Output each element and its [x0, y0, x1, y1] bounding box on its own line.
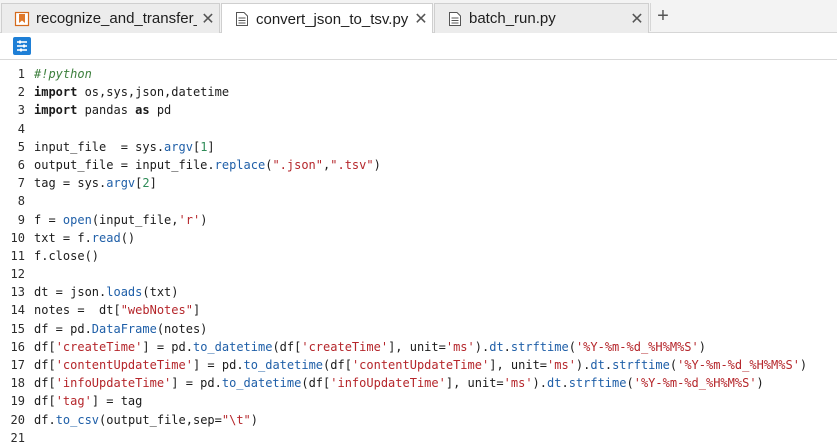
line-number: 1 — [17, 67, 25, 81]
close-icon[interactable]: ✕ — [410, 9, 432, 29]
code-editor[interactable]: 1 #!python 2 import os,sys,json,datetime 3 im… — [0, 61, 837, 445]
editor-toolbar — [0, 33, 837, 60]
add-tab-button[interactable]: + — [650, 3, 675, 31]
code-line: 4 — [0, 120, 837, 138]
line-number: 9 — [17, 212, 25, 227]
code-text: tag = sys.argv[2] — [34, 176, 157, 191]
code-line: 14 notes = dt["webNotes"] — [0, 301, 837, 319]
line-number: 16 — [10, 339, 25, 354]
code-line: 16 df['createTime'] = pd.to_datetime(df['… — [0, 338, 837, 356]
code-text: import os,sys,json,datetime — [34, 85, 230, 100]
code-text: df['infoUpdateTime'] = pd.to_datetime(df… — [34, 376, 764, 391]
tab-batch-run[interactable]: batch_run.py ✕ — [434, 3, 649, 33]
tab-bar: recognize_and_transfer_nc ✕ convert_json… — [0, 0, 837, 34]
code-text: input_file = sys.argv[1] — [34, 139, 215, 154]
code-line: 8 — [0, 192, 837, 210]
code-line: 2 import os,sys,json,datetime — [0, 83, 837, 101]
code-text: df = pd.DataFrame(notes) — [34, 321, 208, 336]
close-icon[interactable]: ✕ — [197, 9, 219, 29]
line-number: 3 — [17, 103, 25, 118]
code-text: txt = f.read() — [34, 230, 136, 245]
code-line: 13 dt = json.loads(txt) — [0, 283, 837, 301]
tab-label: convert_json_to_tsv.py — [256, 10, 409, 28]
tab-recognize-and-transfer[interactable]: recognize_and_transfer_nc ✕ — [1, 3, 220, 33]
code-text: df.to_csv(output_file,sep="\t") — [34, 412, 259, 427]
line-number: 6 — [17, 157, 25, 172]
line-number: 19 — [10, 394, 25, 409]
code-line: 9 f = open(input_file,'r') — [0, 211, 837, 229]
code-line: 18 df['infoUpdateTime'] = pd.to_datetime(… — [0, 374, 837, 392]
line-number: 15 — [10, 321, 25, 336]
text-file-icon — [449, 11, 461, 26]
code-line: 15 df = pd.DataFrame(notes) — [0, 320, 837, 338]
line-number: 20 — [10, 412, 25, 427]
code-text: df['contentUpdateTime'] = pd.to_datetime… — [34, 358, 808, 372]
code-line: 17 df['contentUpdateTime'] = pd.to_dateti… — [0, 356, 837, 374]
text-file-icon — [236, 12, 248, 26]
code-text: df['tag'] = tag — [34, 394, 143, 409]
code-line: 19 df['tag'] = tag — [0, 392, 837, 410]
code-line: 6 output_file = input_file.replace(".json… — [0, 156, 837, 174]
line-number: 8 — [17, 194, 25, 209]
code-text: dt = json.loads(txt) — [34, 285, 179, 300]
code-line: 5 input_file = sys.argv[1] — [0, 138, 837, 156]
code-line: 11 f.close() — [0, 247, 837, 265]
code-line: 10 txt = f.read() — [0, 229, 837, 247]
code-text: import pandas as pd — [34, 103, 172, 118]
line-number: 13 — [10, 285, 25, 300]
line-number: 14 — [10, 303, 25, 318]
line-number: 11 — [10, 248, 25, 263]
outline-list-icon[interactable] — [13, 37, 31, 55]
line-number: 18 — [10, 376, 25, 391]
close-icon[interactable]: ✕ — [626, 9, 648, 29]
code-text: #!python — [34, 67, 92, 81]
line-number: 7 — [17, 176, 25, 191]
line-number: 2 — [17, 85, 25, 100]
code-line: 1 #!python — [0, 65, 837, 83]
tab-label: recognize_and_transfer_nc — [36, 10, 197, 27]
line-number: 12 — [10, 267, 25, 282]
line-number: 17 — [10, 358, 25, 372]
code-text: f.close() — [34, 248, 100, 263]
code-line: 7 tag = sys.argv[2] — [0, 174, 837, 192]
code-lines: 1 #!python 2 import os,sys,json,datetime 3 im… — [0, 65, 837, 447]
line-number: 5 — [17, 139, 25, 154]
code-text: output_file = input_file.replace(".json"… — [34, 157, 381, 172]
code-line: 21 — [0, 429, 837, 447]
tab-label: batch_run.py — [469, 10, 556, 27]
tab-convert-json-to-tsv[interactable]: convert_json_to_tsv.py ✕ — [221, 3, 433, 34]
code-line: 20 df.to_csv(output_file,sep="\t") — [0, 411, 837, 429]
code-text: notes = dt["webNotes"] — [34, 303, 201, 318]
line-number: 10 — [10, 230, 25, 245]
code-text: f = open(input_file,'r') — [34, 212, 208, 227]
code-line: 3 import pandas as pd — [0, 101, 837, 119]
line-number: 21 — [10, 430, 25, 445]
code-text: df['createTime'] = pd.to_datetime(df['cr… — [34, 339, 706, 354]
code-line: 12 — [0, 265, 837, 283]
bookmark-file-icon — [14, 11, 30, 26]
line-number: 4 — [17, 121, 25, 136]
